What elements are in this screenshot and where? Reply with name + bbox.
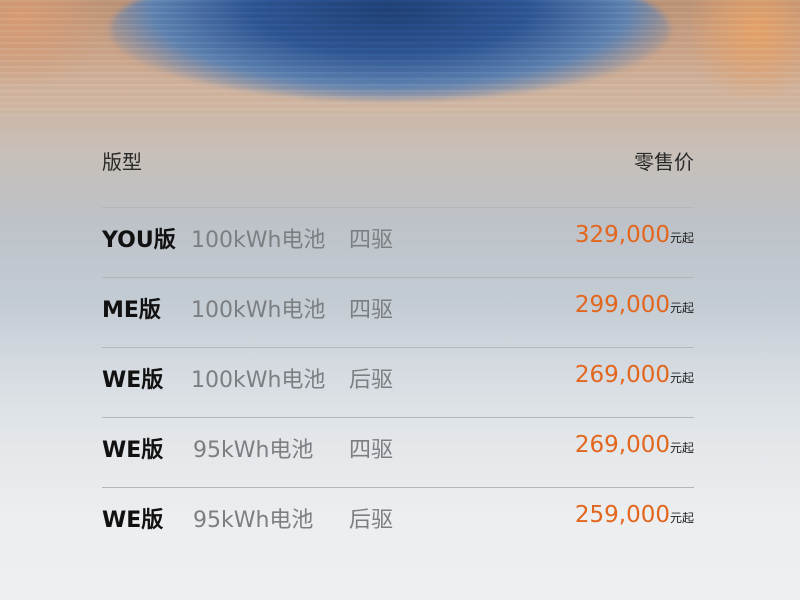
row-drive: 四驱 [349, 438, 394, 463]
row-drive: 后驱 [349, 368, 394, 393]
row-battery: 95kWh电池 [193, 438, 314, 463]
row-battery: 95kWh电池 [193, 508, 314, 533]
row-divider [102, 277, 694, 278]
row-price-group: 269,000元起 [575, 362, 694, 388]
lake-photo-banner [0, 0, 800, 120]
row-price-unit: 元起 [669, 371, 694, 385]
row-price: 269,000 [574, 362, 670, 388]
row-version: YOU版 [102, 228, 176, 253]
row-drive: 四驱 [349, 228, 394, 253]
banner-ripples [0, 0, 800, 120]
row-price-unit: 元起 [669, 231, 694, 245]
row-price: 259,000 [574, 502, 670, 528]
price-row: YOU版 100kWh电池 四驱 329,000元起 [102, 207, 694, 267]
row-price-group: 299,000元起 [575, 292, 694, 318]
row-price-unit: 元起 [669, 511, 694, 525]
row-price-group: 269,000元起 [575, 432, 694, 458]
row-price-unit: 元起 [669, 301, 694, 315]
row-battery: 100kWh电池 [191, 298, 326, 323]
price-row: WE版 95kWh电池 四驱 269,000元起 [102, 417, 694, 477]
row-divider [102, 207, 694, 208]
row-price-group: 259,000元起 [575, 502, 694, 528]
header-price-label: 零售价 [634, 150, 694, 174]
price-row: WE版 100kWh电池 后驱 269,000元起 [102, 347, 694, 407]
row-divider [102, 417, 694, 418]
row-price: 269,000 [574, 432, 670, 458]
row-battery: 100kWh电池 [191, 228, 326, 253]
row-drive: 后驱 [349, 508, 394, 533]
row-version: WE版 [102, 508, 164, 533]
price-row: ME版 100kWh电池 四驱 299,000元起 [102, 277, 694, 337]
table-header: 版型 零售价 [102, 146, 694, 176]
row-price: 329,000 [574, 222, 670, 248]
pricing-page: 版型 零售价 YOU版 100kWh电池 四驱 329,000元起 ME版 10… [0, 0, 800, 600]
row-version: ME版 [102, 298, 161, 323]
row-divider [102, 487, 694, 488]
row-price-group: 329,000元起 [575, 222, 694, 248]
row-price-unit: 元起 [669, 441, 694, 455]
price-row: WE版 95kWh电池 后驱 259,000元起 [102, 487, 694, 547]
row-divider [102, 347, 694, 348]
row-price: 299,000 [574, 292, 670, 318]
row-version: WE版 [102, 368, 164, 393]
row-battery: 100kWh电池 [191, 368, 326, 393]
row-version: WE版 [102, 438, 164, 463]
header-model-label: 版型 [102, 150, 142, 174]
row-drive: 四驱 [349, 298, 394, 323]
